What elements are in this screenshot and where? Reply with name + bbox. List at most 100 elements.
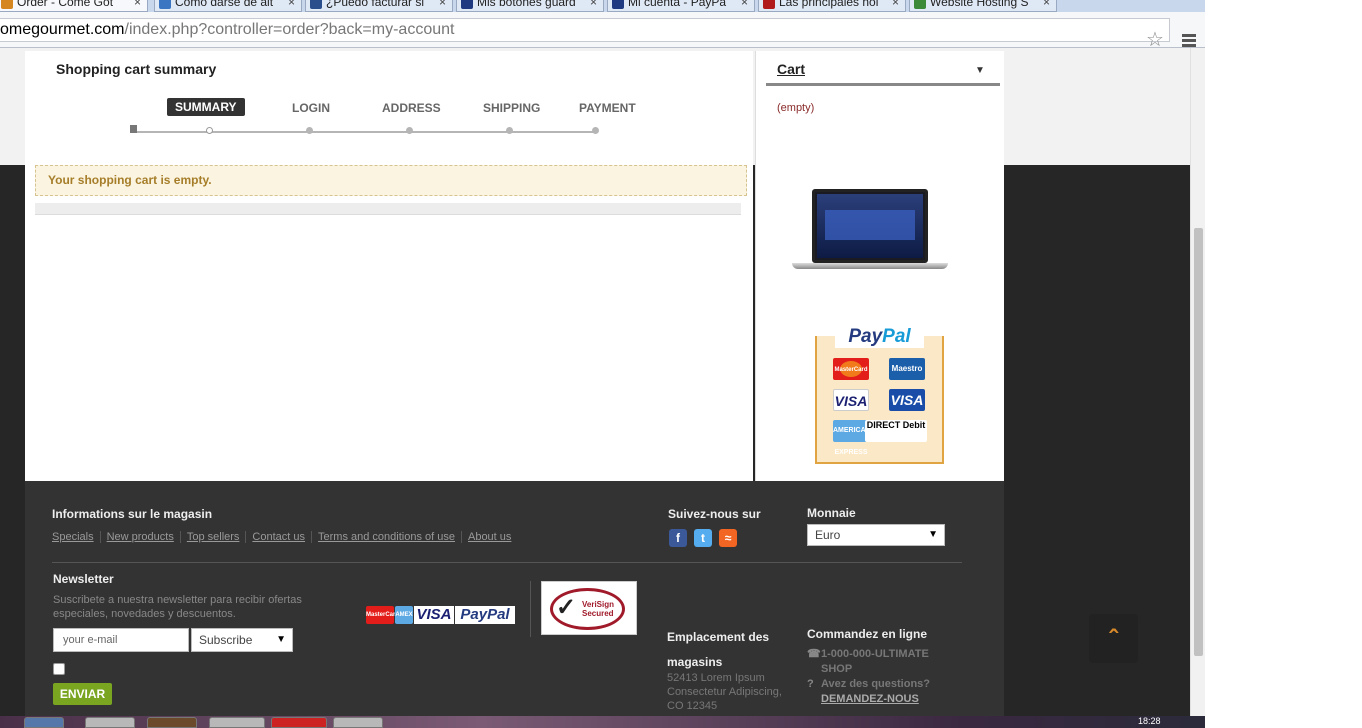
mastercard-logo: MasterCard: [833, 358, 869, 380]
step-payment[interactable]: PAYMENT: [579, 101, 636, 115]
taskbar-app-icon[interactable]: [333, 717, 383, 728]
browser-tab[interactable]: ¿Puedo facturar si ×: [305, 0, 453, 12]
step-dot: [306, 127, 313, 134]
vertical-scrollbar[interactable]: [1190, 48, 1205, 716]
visa-logo: VISA: [833, 389, 869, 411]
lock-icon: [130, 125, 137, 133]
phone-icon: ☎: [807, 648, 821, 660]
right-sidebar: Cart ▼ (empty) PayPal MasterCard Maestro…: [755, 51, 1004, 481]
order-steps: SUMMARY LOGIN ADDRESS SHIPPING PAYMENT: [125, 98, 665, 141]
amex-logo: AMEX: [395, 606, 413, 624]
tab-close-icon[interactable]: ×: [439, 0, 446, 9]
step-summary[interactable]: SUMMARY: [167, 98, 245, 116]
follow-heading: Suivez-nous sur: [668, 507, 761, 521]
visa-electron-logo: VISA: [889, 389, 925, 411]
footer-link-terms[interactable]: Terms and conditions of use: [311, 531, 461, 543]
facebook-icon[interactable]: f: [669, 529, 687, 547]
browser-tab[interactable]: Cómo darse de alt ×: [154, 0, 302, 12]
site-footer: Informations sur le magasin Specials New …: [25, 481, 1004, 716]
tab-favicon-icon: [1, 0, 13, 9]
browser-tab[interactable]: Mis botones guard ×: [456, 0, 604, 12]
taskbar-app-icon[interactable]: [147, 717, 197, 728]
scroll-to-top-button[interactable]: ˆ: [1089, 614, 1138, 663]
address-bar-area: omegourmet.com/index.php?controller=orde…: [0, 12, 1205, 50]
currency-select[interactable]: Euro ▼: [807, 524, 945, 546]
footer-link-specials[interactable]: Specials: [52, 531, 100, 543]
tab-close-icon[interactable]: ×: [741, 0, 748, 9]
alert-divider: [35, 203, 741, 215]
payment-logos: MasterCardAMEX VISA PayPal: [366, 606, 516, 626]
browser-tab[interactable]: Las principales noi ×: [758, 0, 906, 12]
newsletter-heading: Newsletter: [53, 572, 114, 586]
step-dot: [506, 127, 513, 134]
mastercard-logo: MasterCard: [366, 606, 399, 624]
location-address: 52413 Lorem Ipsum Consectetur Adipiscing…: [667, 672, 782, 712]
step-progress-line: [133, 131, 596, 133]
tab-close-icon[interactable]: ×: [134, 0, 141, 9]
tab-close-icon[interactable]: ×: [288, 0, 295, 9]
subscribe-select[interactable]: Subscribe ▼: [191, 628, 293, 652]
newsletter-checkbox[interactable]: [53, 663, 65, 675]
footer-link-about[interactable]: About us: [460, 531, 518, 543]
browser-tab-strip: Order - Come Got × Cómo darse de alt × ¿…: [0, 0, 1205, 12]
verisign-seal[interactable]: ✓ VeriSign Secured: [541, 581, 637, 635]
footer-vertical-divider: [530, 581, 531, 637]
tab-favicon-icon: [159, 0, 171, 9]
footer-divider: [52, 562, 962, 563]
tab-favicon-icon: [914, 0, 926, 9]
step-dot: [592, 127, 599, 134]
taskbar-app-icon[interactable]: [85, 717, 135, 728]
rss-icon[interactable]: ≈: [719, 529, 737, 547]
question-icon: ?: [807, 678, 814, 690]
dropdown-arrow-icon: ▼: [928, 529, 938, 540]
url-input[interactable]: omegourmet.com/index.php?controller=orde…: [0, 18, 1170, 42]
order-online-heading: Commandez en ligne: [807, 627, 928, 641]
paypal-badge[interactable]: PayPal MasterCard Maestro VISA VISA AMER…: [815, 326, 944, 464]
phone-row: ☎1-000-000-ULTIMATE SHOP: [807, 648, 929, 675]
direct-debit-logo: DIRECT Debit: [865, 420, 927, 442]
footer-link-contact[interactable]: Contact us: [245, 531, 312, 543]
browser-tab[interactable]: Website Hosting S ×: [909, 0, 1057, 12]
step-dot: [406, 127, 413, 134]
checkmark-icon: ✓: [556, 594, 577, 621]
chevron-down-icon[interactable]: ▼: [975, 65, 985, 76]
currency-heading: Monnaie: [807, 506, 856, 520]
amex-logo: AMERICAN EXPRESS: [833, 420, 871, 456]
footer-link-new-products[interactable]: New products: [99, 531, 180, 543]
tab-favicon-icon: [310, 0, 322, 9]
footer-links: Specials New products Top sellers Contact u…: [52, 531, 518, 543]
footer-link-top-sellers[interactable]: Top sellers: [179, 531, 246, 543]
taskbar-app-icon[interactable]: [24, 717, 64, 728]
tab-favicon-icon: [461, 0, 473, 9]
paypal-logo: PayPal: [835, 326, 924, 348]
tab-close-icon[interactable]: ×: [892, 0, 899, 9]
paypal-logo: PayPal: [455, 606, 515, 624]
cart-title[interactable]: Cart: [777, 61, 805, 77]
star-icon[interactable]: ☆: [1146, 30, 1164, 50]
page-title: Shopping cart summary: [56, 61, 217, 77]
tab-favicon-icon: [763, 0, 775, 9]
order-column: Shopping cart summary SUMMARY LOGIN ADDR…: [25, 51, 753, 481]
step-shipping[interactable]: SHIPPING: [483, 101, 540, 115]
twitter-icon[interactable]: t: [694, 529, 712, 547]
info-heading: Informations sur le magasin: [52, 507, 213, 521]
step-address[interactable]: ADDRESS: [382, 101, 441, 115]
step-login[interactable]: LOGIN: [292, 101, 330, 115]
ask-us-link[interactable]: DEMANDEZ-NOUS: [821, 693, 919, 705]
taskbar-app-icon[interactable]: [209, 717, 265, 728]
send-button[interactable]: ENVIAR: [53, 683, 112, 705]
social-links: f t ≈: [669, 529, 744, 547]
cart-empty-text: (empty): [777, 102, 815, 114]
tab-close-icon[interactable]: ×: [590, 0, 597, 9]
email-field[interactable]: your e-mail: [53, 628, 189, 652]
tab-close-icon[interactable]: ×: [1043, 0, 1050, 9]
browser-tab[interactable]: Order - Come Got ×: [0, 0, 148, 12]
newsletter-text: Suscribete a nuestra newsletter para rec…: [53, 594, 302, 620]
laptop-promo-image[interactable]: [792, 187, 948, 273]
browser-tab[interactable]: Mi cuenta - PayPa ×: [607, 0, 755, 12]
taskbar-clock: 18:28: [1138, 716, 1161, 726]
taskbar-app-icon[interactable]: [271, 717, 327, 728]
hamburger-menu-icon[interactable]: [1182, 34, 1196, 48]
step-dot: [206, 127, 213, 134]
scrollbar-thumb[interactable]: [1194, 228, 1203, 656]
